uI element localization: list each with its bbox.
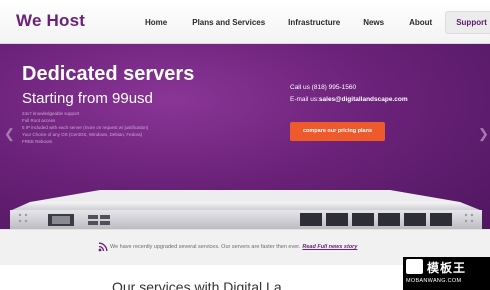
hero-title: Dedicated servers (22, 63, 195, 85)
news-text: We have recently upgraded several servic… (110, 244, 357, 250)
hero-subtitle: Starting from 99usd (22, 90, 153, 107)
contact-info: Call us (818) 995-1560 E-mail us:sales@d… (290, 82, 408, 106)
nav-support[interactable]: Support (445, 10, 490, 34)
nav-infrastructure[interactable]: Infrastructure (279, 12, 349, 33)
news-message: We have recently upgraded several servic… (110, 244, 301, 250)
feature-item: Your Choice of any OS (CentOS, Windows, … (22, 132, 143, 137)
watermark-logo-icon (406, 259, 423, 274)
nav-about[interactable]: About (400, 12, 441, 33)
main-nav: Home Plans and Services Infrastructure N… (136, 0, 490, 44)
watermark-text: 模板王 (427, 261, 467, 275)
email-line: E-mail us:sales@digitallandscape.com (290, 94, 408, 106)
news-read-more-link[interactable]: Read Full news story (302, 244, 357, 250)
email-label: E-mail us: (290, 96, 319, 103)
chevron-left-icon[interactable]: ❮ (4, 126, 15, 142)
nav-home[interactable]: Home (136, 12, 176, 33)
section-heading: Our services with Digital La... (112, 279, 294, 290)
rss-icon (98, 242, 108, 252)
site-header: We Host Home Plans and Services Infrastr… (0, 0, 490, 44)
server-image (10, 190, 482, 229)
compare-pricing-button[interactable]: compare our pricing plans (290, 122, 385, 141)
watermark: 模板王 MOBANWANG.COM (403, 257, 490, 290)
nav-plans-and-services[interactable]: Plans and Services (183, 12, 274, 33)
feature-item: 5 IP included with each server (more on … (22, 125, 149, 130)
feature-list: 24x7 knowledgeable support Full Root acc… (22, 110, 148, 145)
logo[interactable]: We Host (16, 11, 85, 31)
email-link[interactable]: sales@digitallandscape.com (319, 96, 408, 103)
watermark-url: MOBANWANG.COM (406, 278, 462, 284)
chevron-right-icon[interactable]: ❯ (478, 126, 489, 142)
phone-text: Call us (818) 995-1560 (290, 84, 357, 91)
feature-item: Full Root access (22, 118, 56, 123)
nav-news[interactable]: News (354, 12, 393, 33)
hero-slider: Dedicated servers Starting from 99usd 24… (0, 44, 490, 229)
feature-item: FREE Reboots (22, 139, 53, 144)
feature-item: 24x7 knowledgeable support (22, 111, 80, 116)
